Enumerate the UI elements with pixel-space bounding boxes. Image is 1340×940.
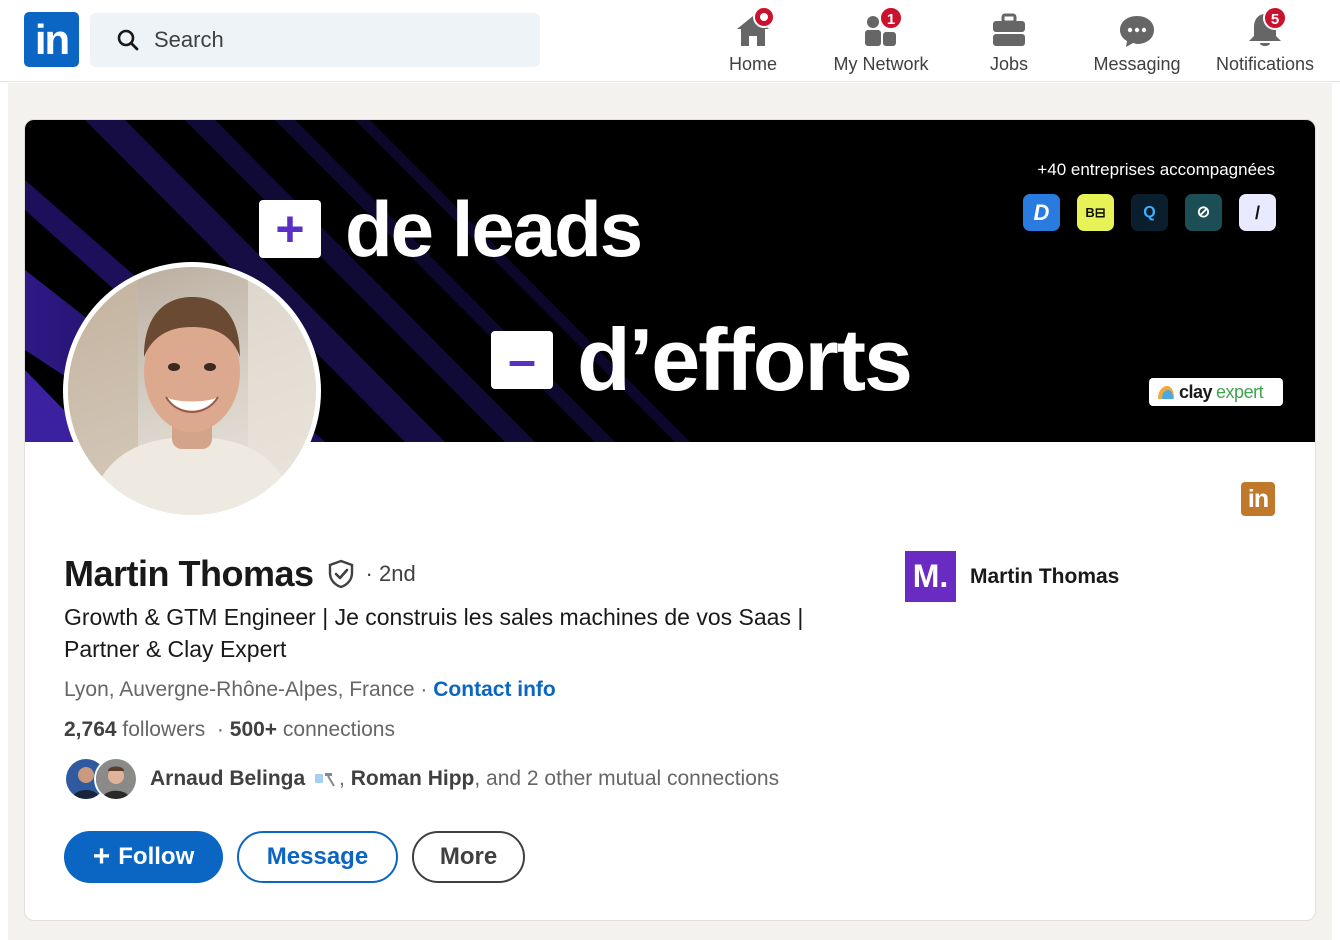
nav-jobs[interactable]: Jobs bbox=[945, 6, 1073, 76]
mutual-name-2: Roman Hipp bbox=[350, 767, 475, 790]
profile-avatar[interactable] bbox=[63, 262, 321, 520]
message-label: Message bbox=[266, 843, 369, 870]
home-notification-dot bbox=[753, 6, 775, 28]
banner-line-1: + de leads bbox=[259, 185, 643, 273]
notifications-badge: 5 bbox=[1263, 6, 1287, 30]
linkedin-logo[interactable]: in bbox=[24, 12, 79, 67]
connections-count: 500+ bbox=[229, 718, 278, 741]
clay-logo-icon bbox=[1158, 386, 1174, 399]
banner-line-2: – d’efforts bbox=[491, 310, 913, 409]
message-button[interactable]: Message bbox=[237, 831, 398, 883]
more-button[interactable]: More bbox=[412, 831, 525, 883]
mutual-connections-row[interactable]: Arnaud Belinga , Roman Hipp, and 2 other… bbox=[64, 757, 779, 801]
location-separator: · bbox=[414, 678, 434, 701]
banner-minus: – bbox=[508, 332, 536, 388]
search-icon bbox=[117, 29, 139, 51]
client-logo-q-icon: Q bbox=[1131, 194, 1168, 231]
client-logo-d-icon: D bbox=[1023, 194, 1060, 231]
profile-name: Martin Thomas bbox=[64, 553, 314, 594]
banner-plus-box: + bbox=[259, 200, 321, 258]
clay-word: clay bbox=[1179, 382, 1213, 402]
nav-messaging-label: Messaging bbox=[1093, 54, 1181, 74]
mutual-avatar-2 bbox=[94, 757, 138, 801]
nav-notifications-label: Notifications bbox=[1215, 54, 1315, 74]
banner-plus: + bbox=[275, 201, 305, 257]
mutual-connections-text: Arnaud Belinga , Roman Hipp, and 2 other… bbox=[150, 767, 779, 791]
nav-messaging[interactable]: Messaging bbox=[1073, 6, 1201, 76]
nav-home-label: Home bbox=[728, 54, 777, 74]
nav-notifications[interactable]: 5 Notifications bbox=[1201, 6, 1329, 76]
client-logo-b-icon: B⊟ bbox=[1077, 194, 1114, 231]
plus-icon: + bbox=[92, 840, 111, 873]
banner-line2-text: d’efforts bbox=[577, 310, 913, 409]
profile-photo bbox=[68, 267, 316, 515]
location-text: Lyon, Auvergne-Rhône-Alpes, France bbox=[64, 678, 415, 701]
profile-name-row: Martin Thomas · 2nd bbox=[64, 556, 416, 592]
followers-connections-row: 2,764 followers · 500+ connections bbox=[64, 718, 395, 742]
mutual-rest: , and 2 other mutual connections bbox=[474, 767, 780, 790]
connections-label: connections bbox=[277, 718, 395, 741]
banner-minus-box: – bbox=[491, 331, 553, 389]
profile-card: + de leads – d’efforts +40 entreprises a… bbox=[24, 119, 1316, 921]
verified-shield-icon[interactable] bbox=[326, 559, 356, 589]
client-logo-o-icon: ⊘ bbox=[1185, 194, 1222, 231]
mutual-name-1: Arnaud Belinga bbox=[150, 767, 306, 790]
location-row: Lyon, Auvergne-Rhône-Alpes, France · Con… bbox=[64, 678, 556, 702]
current-company[interactable]: M. Martin Thomas bbox=[905, 551, 1119, 602]
briefcase-icon bbox=[993, 13, 1025, 46]
nav-home[interactable]: Home bbox=[689, 6, 817, 76]
follow-label: Follow bbox=[118, 843, 195, 870]
connection-degree: · 2nd bbox=[365, 561, 416, 586]
connections-link[interactable]: 500+ connections bbox=[230, 718, 395, 741]
search-placeholder: Search bbox=[154, 27, 224, 52]
top-navigation: in Search Home 1 My Network Jobs Messagi… bbox=[0, 0, 1340, 82]
profile-headline: Growth & GTM Engineer | Je construis les… bbox=[64, 604, 804, 662]
nav-my-network[interactable]: 1 My Network bbox=[817, 6, 945, 76]
linkedin-corner-icon: in bbox=[1241, 482, 1275, 516]
company-name: Martin Thomas bbox=[970, 565, 1120, 588]
search-bar[interactable]: Search bbox=[90, 13, 540, 67]
expert-word: expert bbox=[1216, 382, 1264, 402]
ice-hammer-emoji-icon bbox=[315, 773, 335, 787]
more-label: More bbox=[439, 843, 498, 870]
nav-my-network-label: My Network bbox=[833, 54, 929, 74]
company-logo: M. bbox=[905, 551, 956, 602]
client-logo-slash-icon: / bbox=[1239, 194, 1276, 231]
banner-line1-text: de leads bbox=[345, 185, 643, 273]
followers-label: followers bbox=[116, 718, 206, 741]
contact-info-link[interactable]: Contact info bbox=[433, 678, 555, 701]
clay-expert-badge: clay expert bbox=[1149, 378, 1283, 406]
follow-button[interactable]: + Follow bbox=[64, 831, 223, 883]
banner-accompanied-text: +40 entreprises accompagnées bbox=[1037, 160, 1275, 179]
followers-count: 2,764 bbox=[64, 718, 117, 741]
nav-jobs-label: Jobs bbox=[989, 54, 1029, 74]
network-badge: 1 bbox=[879, 6, 903, 30]
profile-photo-illustration bbox=[68, 267, 316, 515]
stats-separator: · bbox=[205, 718, 230, 741]
mutual-separator: , bbox=[339, 767, 351, 790]
profile-actions: + Follow Message More bbox=[64, 831, 525, 883]
message-icon bbox=[1120, 16, 1154, 47]
banner-client-logos: D B⊟ Q ⊘ / bbox=[1023, 194, 1276, 231]
